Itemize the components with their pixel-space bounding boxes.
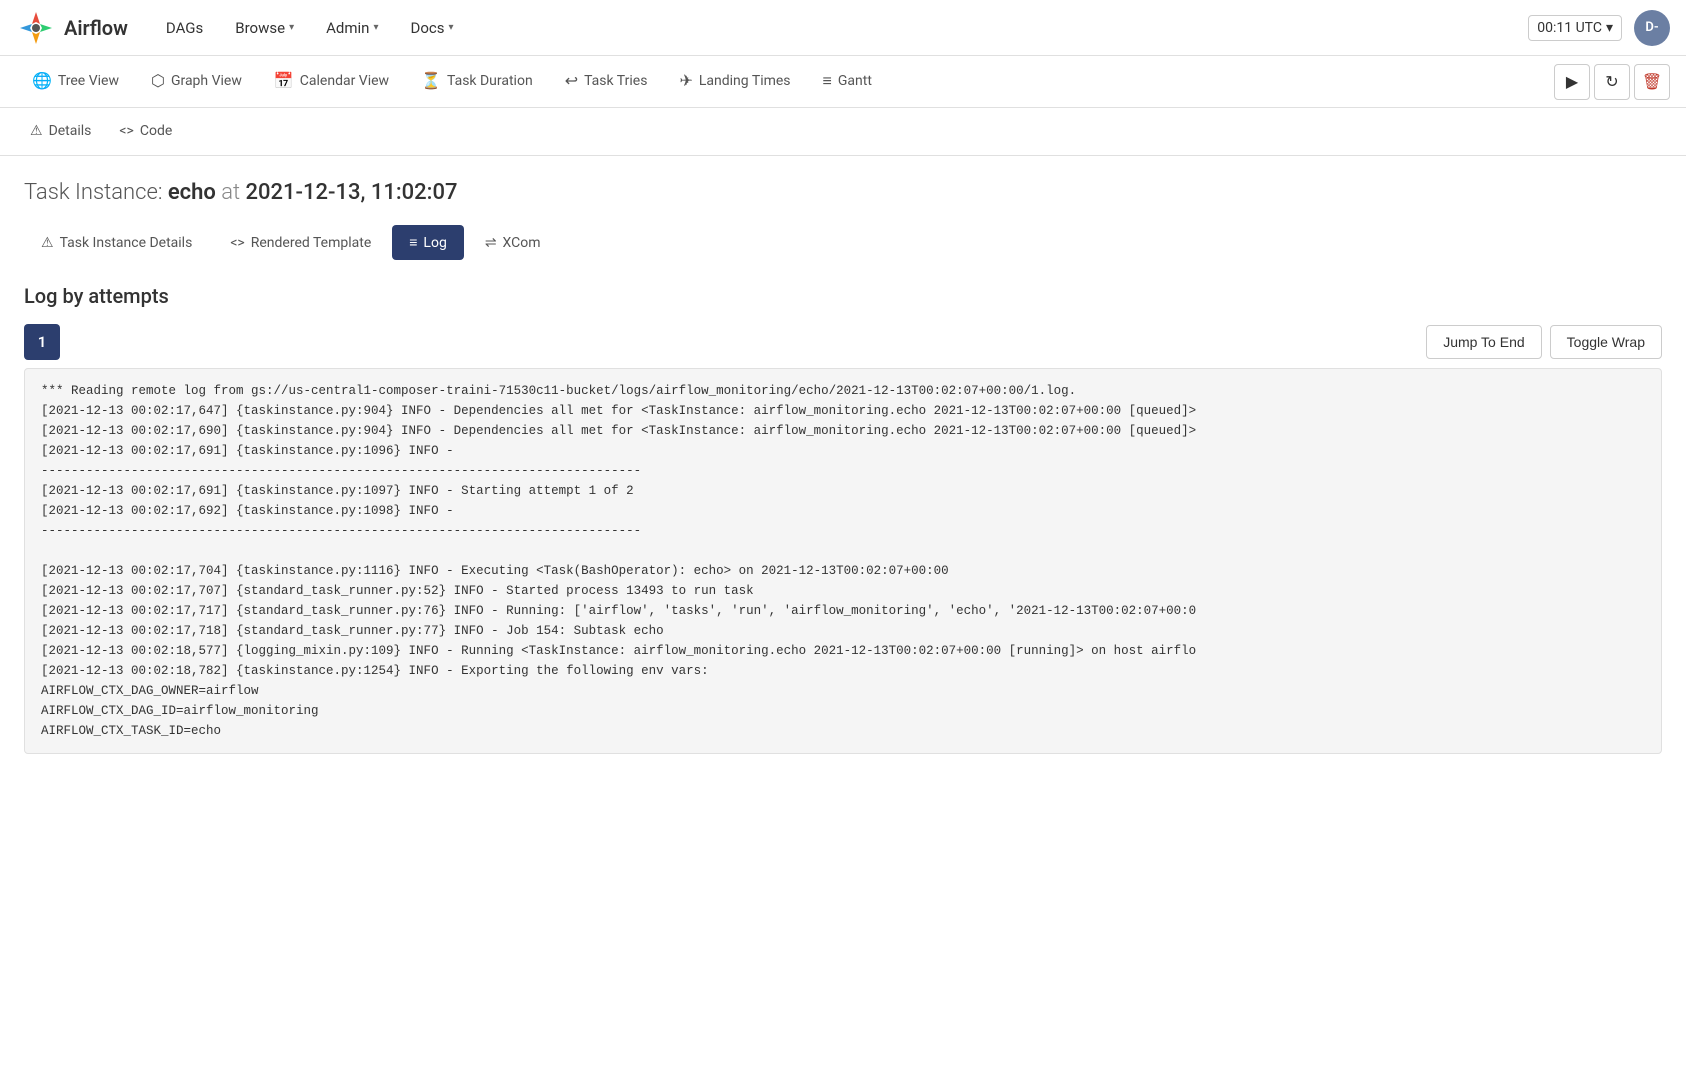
log-by-attempts-title: Log by attempts bbox=[24, 284, 1662, 308]
utc-time-text: 00:11 UTC bbox=[1537, 20, 1602, 36]
tab-task-duration[interactable]: ⏳ Task Duration bbox=[405, 56, 549, 108]
code-icon: <> bbox=[119, 123, 133, 139]
brand-logo[interactable]: Airflow bbox=[16, 8, 128, 48]
user-initials: D- bbox=[1645, 20, 1658, 35]
landing-times-icon: ✈ bbox=[679, 71, 692, 90]
airflow-logo-icon bbox=[16, 8, 56, 48]
tab-details-label: Details bbox=[49, 123, 92, 139]
log-controls: 1 Jump To End Toggle Wrap bbox=[24, 324, 1662, 360]
top-tab-actions: ▶ ↻ 🗑 bbox=[1554, 64, 1670, 100]
tab-details[interactable]: ⚠ Details bbox=[16, 108, 105, 156]
main-content: Task Instance: echo at 2021-12-13, 11:02… bbox=[0, 156, 1686, 754]
user-avatar[interactable]: D- bbox=[1634, 10, 1670, 46]
subtab-xcom[interactable]: ⇌ XCom bbox=[468, 226, 558, 260]
toggle-wrap-button[interactable]: Toggle Wrap bbox=[1550, 325, 1662, 359]
graph-view-icon: ⬡ bbox=[151, 71, 165, 90]
tab-task-duration-label: Task Duration bbox=[447, 73, 533, 89]
log-action-buttons: Jump To End Toggle Wrap bbox=[1426, 325, 1662, 359]
subtab-log[interactable]: ≡ Log bbox=[392, 225, 464, 260]
tab-code-label: Code bbox=[140, 123, 172, 139]
tab-task-tries[interactable]: ↩ Task Tries bbox=[549, 56, 664, 108]
nav-menu: DAGs Browse ▾ Admin ▾ Docs ▾ bbox=[152, 11, 1528, 45]
tab-graph-view-label: Graph View bbox=[171, 73, 242, 89]
nav-dags-label: DAGs bbox=[166, 19, 203, 37]
tab-code[interactable]: <> Code bbox=[105, 108, 186, 156]
tab-landing-times[interactable]: ✈ Landing Times bbox=[663, 56, 806, 108]
nav-browse[interactable]: Browse ▾ bbox=[221, 11, 308, 45]
second-tabs-bar: ⚠ Details <> Code bbox=[0, 108, 1686, 156]
task-duration-icon: ⏳ bbox=[421, 71, 441, 90]
utc-clock[interactable]: 00:11 UTC ▾ bbox=[1528, 15, 1622, 41]
task-tries-icon: ↩ bbox=[565, 71, 578, 90]
play-button[interactable]: ▶ bbox=[1554, 64, 1590, 100]
nav-docs[interactable]: Docs ▾ bbox=[396, 11, 467, 45]
tab-tree-view[interactable]: 🌐 Tree View bbox=[16, 56, 135, 108]
tab-calendar-view[interactable]: 📅 Calendar View bbox=[258, 56, 405, 108]
subtabs: ⚠ Task Instance Details <> Rendered Temp… bbox=[24, 225, 1662, 260]
details-icon: ⚠ bbox=[30, 123, 43, 139]
log-content[interactable]: *** Reading remote log from gs://us-cent… bbox=[24, 368, 1662, 754]
tab-gantt[interactable]: ≡ Gantt bbox=[807, 56, 888, 108]
delete-button[interactable]: 🗑 bbox=[1634, 64, 1670, 100]
subtab-xcom-label: XCom bbox=[503, 235, 541, 251]
calendar-view-icon: 📅 bbox=[274, 71, 294, 90]
tab-calendar-view-label: Calendar View bbox=[300, 73, 389, 89]
nav-admin[interactable]: Admin ▾ bbox=[312, 11, 392, 45]
log-section: Log by attempts 1 Jump To End Toggle Wra… bbox=[24, 284, 1662, 754]
refresh-button[interactable]: ↻ bbox=[1594, 64, 1630, 100]
top-tabs-bar: 🌐 Tree View ⬡ Graph View 📅 Calendar View… bbox=[0, 56, 1686, 108]
tab-gantt-label: Gantt bbox=[838, 73, 872, 89]
navbar: Airflow DAGs Browse ▾ Admin ▾ Docs ▾ 00:… bbox=[0, 0, 1686, 56]
at-word: at bbox=[221, 180, 240, 205]
subtab-rendered-template[interactable]: <> Rendered Template bbox=[213, 226, 388, 260]
utc-dropdown-arrow: ▾ bbox=[1606, 20, 1613, 36]
nav-docs-label: Docs bbox=[410, 19, 444, 37]
subtab-task-instance-details-label: Task Instance Details bbox=[60, 235, 193, 251]
tab-landing-times-label: Landing Times bbox=[699, 73, 791, 89]
subtab-task-instance-details[interactable]: ⚠ Task Instance Details bbox=[24, 226, 209, 260]
jump-to-end-button[interactable]: Jump To End bbox=[1426, 325, 1541, 359]
gantt-icon: ≡ bbox=[823, 71, 832, 91]
task-name: echo bbox=[168, 180, 216, 205]
tab-task-tries-label: Task Tries bbox=[584, 73, 647, 89]
task-instance-prefix: Task Instance: bbox=[24, 180, 162, 205]
tab-tree-view-label: Tree View bbox=[58, 73, 119, 89]
rendered-template-icon: <> bbox=[230, 235, 244, 251]
xcom-icon: ⇌ bbox=[485, 235, 497, 251]
tab-graph-view[interactable]: ⬡ Graph View bbox=[135, 56, 258, 108]
admin-dropdown-arrow: ▾ bbox=[373, 22, 378, 33]
browse-dropdown-arrow: ▾ bbox=[289, 22, 294, 33]
nav-admin-label: Admin bbox=[326, 19, 369, 37]
docs-dropdown-arrow: ▾ bbox=[448, 22, 453, 33]
navbar-right: 00:11 UTC ▾ D- bbox=[1528, 10, 1670, 46]
subtab-rendered-template-label: Rendered Template bbox=[251, 235, 372, 251]
attempt-badge[interactable]: 1 bbox=[24, 324, 60, 360]
nav-dags[interactable]: DAGs bbox=[152, 11, 217, 45]
nav-browse-label: Browse bbox=[235, 19, 285, 37]
app-name: Airflow bbox=[64, 16, 128, 40]
subtab-log-label: Log bbox=[423, 235, 446, 251]
log-icon: ≡ bbox=[409, 234, 417, 251]
tree-view-icon: 🌐 bbox=[32, 71, 52, 90]
task-instance-details-icon: ⚠ bbox=[41, 235, 54, 251]
task-instance-title: Task Instance: echo at 2021-12-13, 11:02… bbox=[24, 180, 1662, 205]
task-datetime: 2021-12-13, 11:02:07 bbox=[245, 180, 457, 205]
